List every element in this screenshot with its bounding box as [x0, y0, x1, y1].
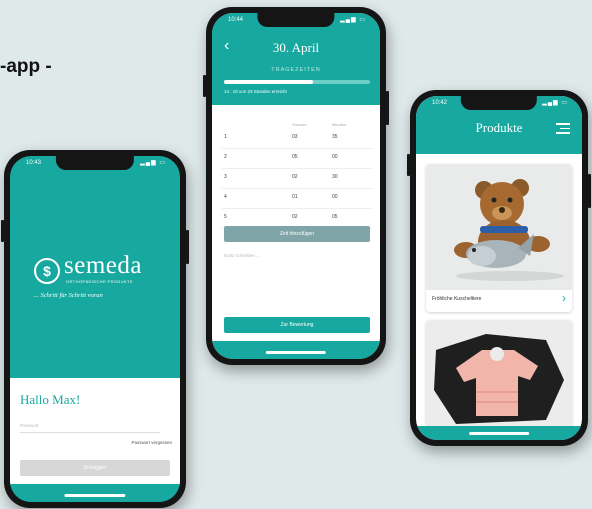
wear-progress-fill — [224, 80, 314, 84]
bottom-bar — [212, 341, 380, 359]
menu-icon[interactable] — [556, 123, 570, 137]
rating-button[interactable]: Zur Bewertung — [224, 317, 370, 333]
semeda-logo: $ semeda ORTHOPÄDISCHE PRODUKTE — [34, 252, 164, 292]
notch — [55, 156, 135, 170]
row-hours: 01 — [292, 194, 298, 200]
brand-name: semeda — [64, 252, 142, 279]
table-row[interactable]: 2 05 00 — [222, 149, 372, 169]
row-minutes: 00 — [332, 194, 338, 200]
login-screen: 10:43 ▂▄▆ ▭ $ semeda ORTHOPÄDISCHE PRODU… — [10, 156, 180, 502]
add-time-button[interactable]: Zeit hinzufügen — [224, 226, 370, 242]
status-time: 10:43 — [26, 160, 42, 166]
column-hours: Stunden — [292, 122, 307, 127]
home-indicator[interactable] — [265, 351, 327, 354]
section-title: TRAGEZEITEN — [271, 67, 321, 73]
notch — [257, 13, 335, 27]
signal-battery-icon: ▂▄▆ ▭ — [340, 17, 366, 23]
table-row[interactable]: 1 03 35 — [222, 129, 372, 149]
products-screen: 10:42 ▂▄▆ ▭ Produkte Fröhliche Kuschelti… — [416, 96, 582, 440]
product-card[interactable] — [426, 320, 572, 428]
row-index: 3 — [224, 174, 227, 180]
diary-screen: 10:44 ▂▄▆ ▭ ‹ 30. April TRAGEZEITEN 14 :… — [212, 13, 380, 359]
volume-button — [203, 75, 206, 97]
bottom-bar — [10, 484, 180, 502]
power-button — [386, 91, 389, 125]
headline: -app - — [0, 56, 52, 77]
phone-products: 10:42 ▂▄▆ ▭ Produkte Fröhliche Kuschelti… — [407, 90, 591, 446]
row-hours: 03 — [292, 134, 298, 140]
row-minutes: 35 — [332, 134, 338, 140]
table-row[interactable]: 4 01 00 — [222, 189, 372, 209]
volume-button — [407, 154, 410, 176]
table-header: Stunden Minuten — [222, 117, 372, 129]
forgot-password-link[interactable]: Passwort vergessen — [131, 440, 172, 445]
row-minutes: 00 — [332, 154, 338, 160]
greeting: Hallo Max! — [20, 392, 81, 407]
power-button — [588, 174, 591, 208]
table-row[interactable]: 3 02 30 — [222, 169, 372, 189]
phone-login: 10:43 ▂▄▆ ▭ $ semeda ORTHOPÄDISCHE PRODU… — [1, 150, 189, 508]
product-card[interactable]: Fröhliche Kuscheltiere › — [426, 164, 572, 312]
product-image-teddy-dolphin — [426, 164, 572, 290]
wear-times-table: Stunden Minuten 1 03 35 2 05 00 3 02 30 … — [222, 117, 372, 229]
plush-toys-illustration — [454, 179, 564, 281]
login-card: Hallo Max! Passwort Passwort vergessen E… — [10, 378, 180, 486]
row-index: 4 — [224, 194, 227, 200]
login-button[interactable]: Einloggen — [20, 460, 170, 476]
product-image-baby-clothes — [426, 320, 572, 428]
home-indicator[interactable] — [469, 432, 529, 435]
chevron-right-icon[interactable]: › — [562, 291, 566, 305]
note-input[interactable]: Notiz schreiben ... — [224, 253, 370, 293]
brand-subline: ORTHOPÄDISCHE PRODUKTE — [66, 279, 133, 284]
notch — [460, 96, 538, 110]
progress-text: 14 : 10 von 23 Stunden erreicht — [224, 89, 287, 94]
power-button — [186, 230, 189, 264]
date-title: 30. April — [272, 40, 320, 55]
status-time: 10:44 — [228, 17, 244, 23]
signal-battery-icon: ▂▄▆ ▭ — [542, 100, 568, 106]
row-minutes: 05 — [332, 214, 338, 220]
row-index: 5 — [224, 214, 227, 220]
product-label: Fröhliche Kuscheltiere — [432, 296, 482, 302]
wear-progress-bar — [224, 80, 370, 84]
home-indicator[interactable] — [64, 494, 126, 497]
column-minutes: Minuten — [332, 122, 347, 127]
row-index: 1 — [224, 134, 227, 140]
row-hours: 02 — [292, 214, 298, 220]
phone-diary: 10:44 ▂▄▆ ▭ ‹ 30. April TRAGEZEITEN 14 :… — [203, 7, 389, 365]
row-hours: 05 — [292, 154, 298, 160]
password-field[interactable]: Passwort — [20, 420, 160, 433]
status-time: 10:42 — [432, 100, 448, 106]
dollar-circle-icon: $ — [34, 258, 60, 284]
signal-battery-icon: ▂▄▆ ▭ — [140, 160, 166, 166]
row-minutes: 30 — [332, 174, 338, 180]
row-index: 2 — [224, 154, 227, 160]
tagline: ... Schritt für Schritt voran — [34, 292, 103, 299]
row-hours: 02 — [292, 174, 298, 180]
volume-button — [1, 220, 4, 242]
